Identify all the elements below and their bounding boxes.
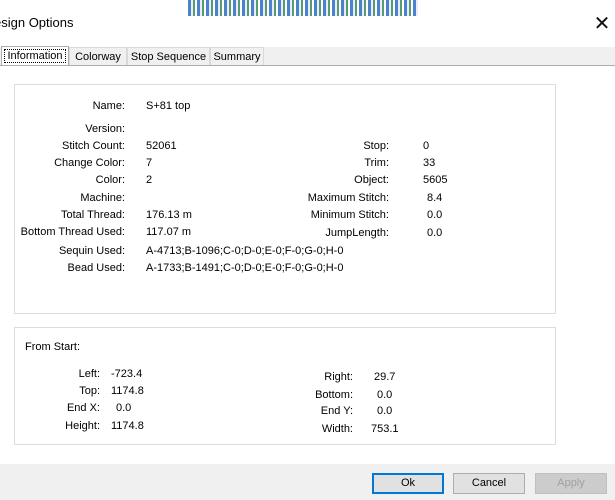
minimum-stitch-label: Minimum Stitch: — [310, 209, 389, 221]
stop-label: Stop: — [363, 140, 389, 152]
right-label: Right: — [324, 371, 353, 383]
stop-value: 0 — [423, 140, 430, 152]
apply-button[interactable]: Apply — [535, 473, 607, 494]
top-value: 1174.8 — [111, 385, 144, 397]
trim-label: Trim: — [364, 157, 389, 169]
color-label: Color: — [95, 174, 125, 186]
trim-value: 33 — [423, 157, 436, 169]
name-value: S+81 top — [146, 100, 191, 112]
maximum-stitch-label: Maximum Stitch: — [307, 192, 389, 204]
tab-information[interactable]: Information — [1, 46, 69, 66]
width-value: 753.1 — [371, 423, 399, 435]
end-y-label: End Y: — [320, 405, 353, 417]
bead-used-label: Bead Used: — [67, 262, 125, 274]
total-thread-label: Total Thread: — [60, 209, 125, 221]
change-color-label: Change Color: — [54, 157, 125, 169]
from-start-group: From Start: Left: -723.4 Top: 1174.8 End… — [14, 327, 556, 445]
bead-used-value: A-1733;B-1491;C-0;D-0;E-0;F-0;G-0;H-0 — [146, 262, 344, 274]
sequin-used-label: Sequin Used: — [58, 245, 125, 257]
left-value: -723.4 — [111, 368, 143, 380]
from-start-heading: From Start: — [25, 341, 81, 353]
jump-length-value: 0.0 — [427, 227, 443, 239]
left-label: Left: — [78, 368, 100, 380]
end-x-value: 0.0 — [116, 402, 132, 414]
close-icon[interactable]: ✕ — [590, 8, 614, 38]
name-label: Name: — [92, 100, 125, 112]
width-label: Width: — [321, 423, 353, 435]
design-info-group: Name: S+81 top Version: Stitch Count: 52… — [14, 84, 556, 314]
object-label: Object: — [354, 174, 389, 186]
window-title: esign Options — [0, 15, 74, 30]
stitch-count-label: Stitch Count: — [62, 140, 125, 152]
tab-strip: Information Colorway Stop Sequence Summa… — [0, 46, 615, 66]
bottom-value: 0.0 — [377, 389, 393, 401]
height-label: Height: — [65, 420, 100, 432]
color-value: 2 — [146, 174, 153, 186]
minimum-stitch-value: 0.0 — [427, 209, 443, 221]
version-label: Version: — [85, 123, 125, 135]
bottom-thread-value: 117.07 m — [146, 226, 192, 238]
right-value: 29.7 — [374, 371, 396, 383]
bottom-thread-label: Bottom Thread Used: — [20, 226, 125, 238]
title-bar: esign Options ✕ — [0, 0, 615, 47]
total-thread-value: 176.13 m — [146, 209, 192, 221]
design-preview-strip — [188, 0, 418, 16]
tab-colorway[interactable]: Colorway — [69, 47, 127, 65]
sequin-used-value: A-4713;B-1096;C-0;D-0;E-0;F-0;G-0;H-0 — [146, 245, 344, 257]
top-label: Top: — [79, 385, 100, 397]
bottom-label: Bottom: — [315, 389, 353, 401]
stitch-count-value: 52061 — [146, 140, 177, 152]
tab-summary[interactable]: Summary — [210, 47, 264, 65]
tab-stop-sequence[interactable]: Stop Sequence — [127, 47, 210, 65]
end-y-value: 0.0 — [377, 405, 393, 417]
jump-length-label: JumpLength: — [325, 227, 389, 239]
end-x-label: End X: — [66, 402, 100, 414]
ok-button[interactable]: Ok — [372, 473, 444, 494]
machine-label: Machine: — [80, 192, 125, 204]
object-value: 5605 — [423, 174, 448, 186]
height-value: 1174.8 — [111, 420, 144, 432]
change-color-value: 7 — [146, 157, 153, 169]
cancel-button[interactable]: Cancel — [453, 473, 525, 494]
maximum-stitch-value: 8.4 — [427, 192, 443, 204]
information-panel: Name: S+81 top Version: Stitch Count: 52… — [0, 65, 615, 464]
